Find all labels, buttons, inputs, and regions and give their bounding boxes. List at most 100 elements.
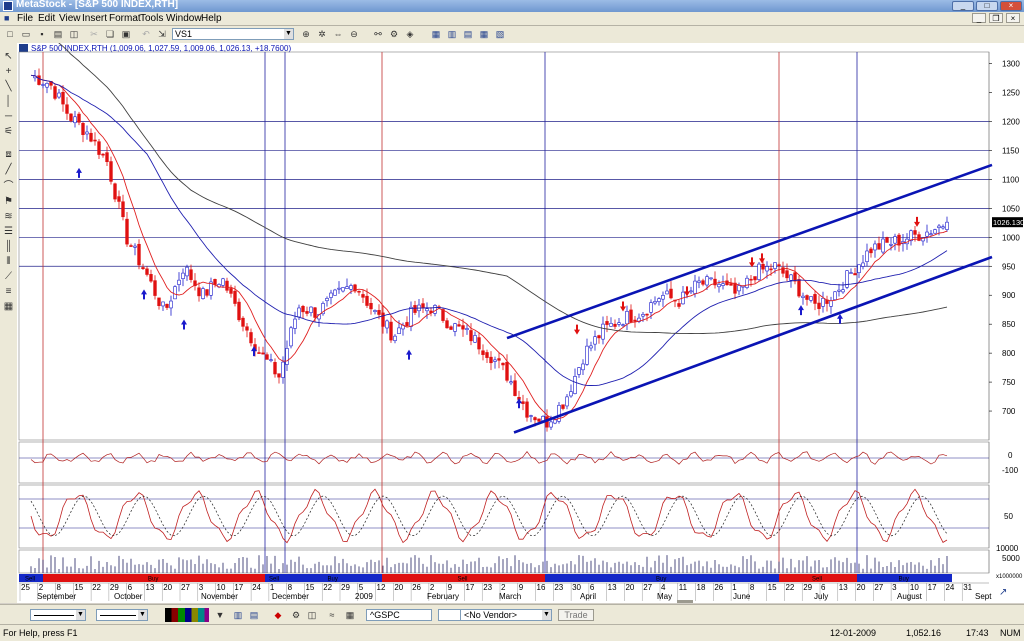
fibonacci-icon[interactable]: ⚟	[2, 125, 15, 138]
flag-icon[interactable]: ⚑	[2, 195, 15, 208]
grid-icon[interactable]: ▦	[2, 300, 15, 313]
candle	[329, 292, 333, 298]
cursor-icon[interactable]: ⇲	[156, 28, 168, 40]
cycle-lines-icon[interactable]: ║	[2, 240, 15, 253]
candle	[149, 274, 153, 282]
title-bar: MetaStock - [S&P 500 INDEX,RTH] _ □ ×	[0, 0, 1024, 12]
color-palette[interactable]	[165, 608, 209, 622]
paste-icon[interactable]: ▣	[120, 28, 132, 40]
print-icon[interactable]: ▤	[52, 28, 64, 40]
chart-style-icon[interactable]: ▥	[232, 609, 244, 621]
layout-combo[interactable]: VS1 ▼	[172, 28, 294, 40]
vendor-combo[interactable]: <No Vendor> ▼	[460, 609, 552, 621]
speed-line-icon[interactable]: ╱	[2, 163, 15, 176]
candle	[293, 318, 297, 329]
color-picker-icon[interactable]: ▼	[214, 609, 226, 621]
symbol-combo[interactable]: ^GSPC	[366, 609, 432, 621]
regression-icon[interactable]: ≡	[2, 285, 15, 298]
menu-help[interactable]: Help	[201, 12, 222, 25]
date-tick-label: 30	[572, 583, 581, 592]
tile-vertical-icon[interactable]: ▥	[446, 28, 458, 40]
candle	[785, 270, 789, 279]
candle	[605, 321, 609, 325]
candle	[929, 233, 933, 236]
bar-style-icon[interactable]: ▤	[248, 609, 260, 621]
maximize-button[interactable]: □	[976, 1, 998, 11]
menu-view[interactable]: View	[59, 12, 81, 25]
explorer-icon[interactable]: ⚙	[388, 28, 400, 40]
vertical-line-icon[interactable]: │	[2, 95, 15, 108]
pattern-icon[interactable]: ⧈	[2, 148, 15, 161]
menu-insert[interactable]: Insert	[82, 12, 107, 25]
scroll-thumb	[677, 600, 693, 603]
zoom-in-icon[interactable]: ⊕	[300, 28, 312, 40]
chart-canvas[interactable]: S&P 500 INDEX,RTH (1,009.06, 1,027.59, 1…	[17, 23, 1024, 603]
cascade-icon[interactable]: ▦	[430, 28, 442, 40]
trade-button[interactable]: Trade	[558, 609, 594, 621]
close-button[interactable]: ×	[1000, 1, 1022, 11]
crosshair-icon[interactable]: +	[2, 65, 15, 78]
pointer-icon[interactable]: ↖	[2, 50, 15, 63]
binoculars-icon[interactable]: ⚯	[372, 28, 384, 40]
fib-fan-icon[interactable]: ≋	[2, 210, 15, 223]
date-tick-label: 27	[874, 583, 883, 592]
candle	[585, 345, 589, 365]
arc-icon[interactable]: ⌒	[2, 180, 15, 193]
horizontal-line-icon[interactable]: ─	[2, 110, 15, 123]
tile-horizontal-icon[interactable]: ▤	[462, 28, 474, 40]
compress-icon[interactable]: ⇔	[332, 28, 344, 40]
arrange-icon[interactable]: ▧	[494, 28, 506, 40]
menu-tools[interactable]: Tools	[140, 12, 163, 25]
candle	[485, 352, 489, 358]
cut-icon[interactable]: ✂	[88, 28, 100, 40]
candle	[473, 335, 477, 343]
scale-icon[interactable]: ✲	[316, 28, 328, 40]
candle	[441, 309, 445, 321]
zoom-out-icon[interactable]: ⊖	[348, 28, 360, 40]
indicator-icon[interactable]: ≈	[326, 609, 338, 621]
candle	[121, 201, 125, 218]
expert-icon[interactable]: ◆	[272, 609, 284, 621]
menu-window[interactable]: Window	[166, 12, 202, 25]
candle	[837, 289, 841, 292]
print-preview-icon[interactable]: ◫	[68, 28, 80, 40]
tile-grid-icon[interactable]: ▦	[478, 28, 490, 40]
status-bar: For Help, press F1 12-01-2009 1,052.16 1…	[0, 624, 1024, 641]
menu-format[interactable]: Format	[109, 12, 141, 25]
candle	[613, 323, 617, 327]
candle	[313, 307, 317, 318]
data-window-icon[interactable]: ▦	[344, 609, 356, 621]
candle	[841, 289, 845, 293]
fib-retrace-icon[interactable]: ☰	[2, 225, 15, 238]
open-icon[interactable]: ▭	[20, 28, 32, 40]
line-style-combo[interactable]: ▼	[30, 609, 86, 621]
undo-icon[interactable]: ↶	[140, 28, 152, 40]
candle	[301, 305, 305, 313]
chart-window[interactable]: S&P 500 INDEX,RTH (1,009.06, 1,027.59, 1…	[17, 23, 1024, 603]
candle	[397, 327, 401, 335]
time-zones-icon[interactable]: ⦀	[2, 255, 15, 268]
minimize-button[interactable]: _	[952, 1, 974, 11]
trendline-icon[interactable]: ╲	[2, 80, 15, 93]
document-icon[interactable]: ■	[4, 12, 9, 25]
doc-minimize-button[interactable]: _	[972, 13, 986, 23]
explorer-icon[interactable]: ◫	[306, 609, 318, 621]
candle	[589, 345, 593, 349]
doc-restore-button[interactable]: ❐	[989, 13, 1003, 23]
gann-fan-icon[interactable]: ⟋	[2, 270, 15, 283]
chart-icon[interactable]: ◈	[404, 28, 416, 40]
system-tester-icon[interactable]: ⚙	[290, 609, 302, 621]
line-weight-combo[interactable]: ▼	[96, 609, 148, 621]
candle	[377, 310, 381, 315]
candle	[697, 280, 701, 283]
date-tick-label: 13	[608, 583, 617, 592]
new-icon[interactable]: □	[4, 28, 16, 40]
doc-close-button[interactable]: ×	[1006, 13, 1020, 23]
save-icon[interactable]: ▪	[36, 28, 48, 40]
date-tick-label: 25	[21, 583, 30, 592]
candle	[925, 231, 929, 237]
copy-icon[interactable]: ❏	[104, 28, 116, 40]
menu-file[interactable]: File	[17, 12, 33, 25]
menu-edit[interactable]: Edit	[38, 12, 55, 25]
signal-band-label: Sell	[25, 577, 35, 583]
